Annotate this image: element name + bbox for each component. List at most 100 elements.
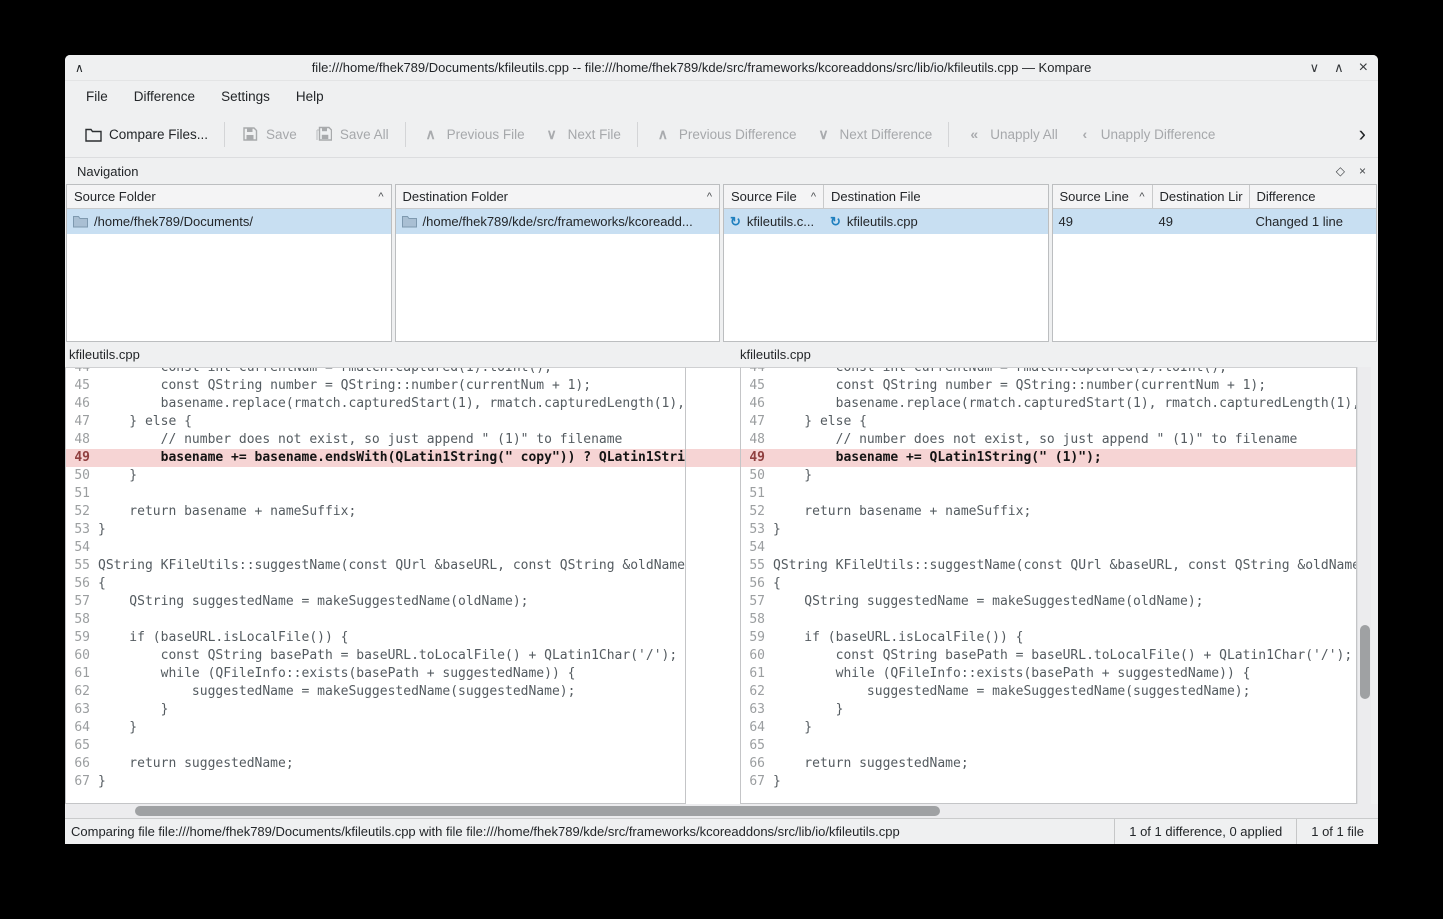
files-row[interactable]: ↻ kfileutils.c... ↻ kfileutils.cpp (724, 209, 1048, 234)
line-text: { (96, 575, 106, 593)
destination-file-header-label: Destination File (831, 189, 921, 204)
cpp-file-icon: ↻ (730, 214, 741, 230)
line-text: return basename + nameSuffix; (96, 503, 356, 521)
lines-pane: Source Line ^ Destination Lir Difference… (1052, 184, 1378, 342)
toolbar-overflow-button[interactable]: › (1357, 123, 1368, 145)
unapply-difference-button: ‹ Unapply Difference (1067, 118, 1225, 150)
code-line: 55QString KFileUtils::suggestName(const … (66, 557, 685, 575)
destination-line-value: 49 (1153, 209, 1250, 234)
destination-line-header[interactable]: Destination Lir (1153, 185, 1250, 208)
line-text: QString suggestedName = makeSuggestedNam… (96, 593, 528, 611)
line-text: const QString basePath = baseURL.toLocal… (96, 647, 677, 665)
unapply-all-label: Unapply All (990, 127, 1058, 142)
line-text (771, 737, 773, 755)
unapply-difference-label: Unapply Difference (1101, 127, 1216, 142)
code-line: 52 return basename + nameSuffix; (66, 503, 685, 521)
source-file-header[interactable]: Source File ^ (724, 185, 824, 208)
toolbar-separator (948, 122, 949, 147)
close-button[interactable]: × (1359, 60, 1368, 76)
compare-files-label: Compare Files... (109, 127, 208, 142)
diff-pane-right[interactable]: 44 const int currentNum = rmatch.capture… (740, 367, 1357, 804)
vertical-scrollbar[interactable] (1357, 367, 1371, 804)
line-number: 63 (66, 701, 96, 719)
files-header-row: Source File ^ Destination File (724, 185, 1048, 209)
toolbar-separator (224, 122, 225, 147)
code-line: 48 // number does not exist, so just app… (741, 431, 1356, 449)
source-folder-path: /home/fhek789/Documents/ (94, 214, 253, 229)
line-number: 57 (66, 593, 96, 611)
destination-line-header-label: Destination Lir (1160, 189, 1243, 204)
diff-pane-titles: kfileutils.cpp kfileutils.cpp (65, 342, 1378, 367)
line-number: 62 (741, 683, 771, 701)
line-number: 52 (66, 503, 96, 521)
line-number: 66 (66, 755, 96, 773)
float-dock-icon[interactable]: ◇ (1336, 164, 1345, 178)
line-text (771, 539, 773, 557)
menu-settings[interactable]: Settings (208, 84, 283, 109)
line-number: 61 (741, 665, 771, 683)
destination-folder-row[interactable]: /home/fhek789/kde/src/frameworks/kcoread… (396, 209, 720, 234)
previous-file-button: ∧ Previous File (413, 118, 534, 150)
difference-row[interactable]: 49 49 Changed 1 line (1053, 209, 1377, 234)
save-icon (241, 125, 259, 143)
navigation-dock-header[interactable]: Navigation ◇ × (65, 158, 1378, 184)
line-number: 66 (741, 755, 771, 773)
line-number: 60 (741, 647, 771, 665)
navigation-dock: Navigation ◇ × Source Folder ^ (65, 157, 1378, 342)
line-text: return basename + nameSuffix; (771, 503, 1031, 521)
titlebar[interactable]: ∧ file:///home/fhek789/Documents/kfileut… (65, 55, 1378, 81)
destination-folder-header[interactable]: Destination Folder ^ (396, 185, 720, 208)
navigation-panes: Source Folder ^ /home/fhek789/Documents/ (65, 184, 1378, 342)
menu-difference[interactable]: Difference (121, 84, 208, 109)
line-number: 53 (66, 521, 96, 539)
code-line: 58 (741, 611, 1356, 629)
previous-file-label: Previous File (447, 127, 525, 142)
chevron-down-icon: ∨ (543, 125, 561, 143)
folder-icon (73, 215, 88, 228)
line-text: } (771, 773, 781, 791)
compare-files-button[interactable]: Compare Files... (75, 118, 217, 150)
code-line: 47 } else { (66, 413, 685, 431)
destination-file-header[interactable]: Destination File (824, 185, 1048, 208)
minimize-button[interactable]: ∨ (1310, 61, 1320, 74)
code-line: 44 const int currentNum = rmatch.capture… (741, 367, 1356, 377)
line-text: } (96, 467, 137, 485)
code-line: 52 return basename + nameSuffix; (741, 503, 1356, 521)
line-text: suggestedName = makeSuggestedName(sugges… (771, 683, 1250, 701)
source-line-header-label: Source Line (1060, 189, 1129, 204)
line-number: 47 (66, 413, 96, 431)
vertical-scrollbar-handle[interactable] (1360, 625, 1370, 699)
save-all-icon (315, 125, 333, 143)
line-text: } (96, 701, 168, 719)
difference-header-label: Difference (1257, 189, 1316, 204)
unapply-all-button: « Unapply All (956, 118, 1067, 150)
horizontal-scrollbar[interactable] (65, 804, 1378, 818)
source-line-value: 49 (1053, 209, 1153, 234)
code-line: 67} (741, 773, 1356, 791)
next-file-button: ∨ Next File (534, 118, 630, 150)
line-text: const QString number = QString::number(c… (771, 377, 1266, 395)
code-line: 67} (66, 773, 685, 791)
line-text: } (771, 521, 781, 539)
diff-pane-left[interactable]: 44 const int currentNum = rmatch.capture… (65, 367, 686, 804)
line-number: 48 (66, 431, 96, 449)
diff-right-lines: 44 const int currentNum = rmatch.capture… (741, 367, 1356, 791)
toolbar: Compare Files... Save Save All ∧ Previou… (65, 111, 1378, 157)
code-line: 51 (741, 485, 1356, 503)
destination-file-name: kfileutils.cpp (847, 214, 918, 229)
source-line-header[interactable]: Source Line ^ (1053, 185, 1153, 208)
menu-file[interactable]: File (73, 84, 121, 109)
difference-header[interactable]: Difference (1250, 185, 1377, 208)
close-dock-icon[interactable]: × (1359, 164, 1366, 178)
code-line: 60 const QString basePath = baseURL.toLo… (66, 647, 685, 665)
diff-connector (686, 367, 740, 804)
folder-icon (402, 215, 417, 228)
line-number: 55 (741, 557, 771, 575)
code-line: 50 } (66, 467, 685, 485)
maximize-button[interactable]: ∧ (1334, 61, 1344, 74)
source-folder-header-label: Source Folder (74, 189, 156, 204)
source-folder-header[interactable]: Source Folder ^ (67, 185, 391, 208)
source-folder-row[interactable]: /home/fhek789/Documents/ (67, 209, 391, 234)
horizontal-scrollbar-handle[interactable] (135, 806, 940, 816)
menu-help[interactable]: Help (283, 84, 337, 109)
